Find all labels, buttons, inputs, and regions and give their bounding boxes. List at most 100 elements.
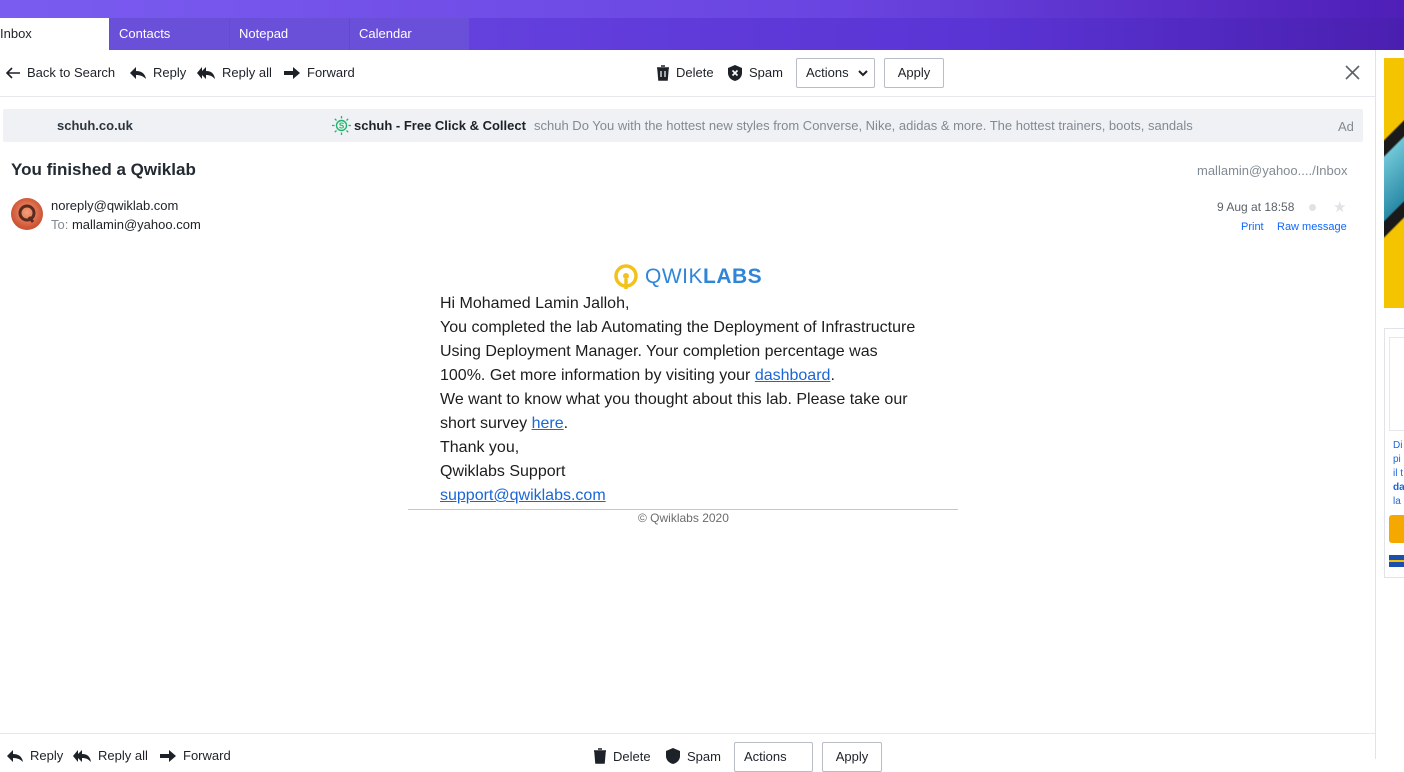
survey-link[interactable]: here — [532, 415, 564, 432]
apply-button[interactable]: Apply — [884, 58, 944, 88]
bottom-reply-all-label: Reply all — [98, 748, 148, 763]
sender-email[interactable]: noreply@qwiklab.com — [51, 198, 178, 213]
right-ad-line-1: Di — [1393, 440, 1403, 451]
tab-calendar[interactable]: Calendar — [350, 18, 469, 50]
star-icon[interactable]: ★ — [1333, 198, 1346, 216]
right-ad-cta-button[interactable] — [1389, 515, 1404, 543]
completion-end: . — [830, 367, 835, 384]
close-icon[interactable] — [1345, 65, 1360, 80]
top-banner — [0, 0, 1404, 18]
recipient-line: To: mallamin@yahoo.com — [51, 217, 201, 232]
qwiklabs-avatar-icon — [18, 204, 36, 223]
tab-inbox[interactable]: Inbox — [0, 18, 109, 50]
greeting: Hi Mohamed Lamin Jalloh, — [440, 295, 630, 312]
dashboard-link[interactable]: dashboard — [755, 367, 831, 384]
forward-button[interactable]: Forward — [283, 64, 355, 82]
ad-sun-icon: S — [332, 116, 351, 135]
right-ad-card-image — [1389, 337, 1404, 431]
ad-advertiser: schuh.co.uk — [57, 118, 133, 133]
actions-select[interactable]: Actions — [796, 58, 875, 88]
support-email-link[interactable]: support@qwiklabs.com — [440, 487, 606, 504]
chevron-down-icon — [858, 70, 868, 77]
reply-icon — [7, 749, 23, 762]
message-date: 9 Aug at 18:58 — [1217, 200, 1295, 214]
survey-end: . — [563, 415, 569, 432]
email-divider — [408, 509, 958, 510]
right-ad-line-3: il t — [1393, 468, 1403, 479]
tab-contacts[interactable]: Contacts — [110, 18, 229, 50]
right-ad-line-2: pi — [1393, 454, 1401, 465]
raw-message-link[interactable]: Raw message — [1277, 221, 1347, 233]
reply-icon — [130, 67, 146, 79]
right-ad-card[interactable]: Di pi il t da la — [1384, 328, 1404, 578]
support-email-paragraph: support@qwiklabs.com — [440, 484, 920, 508]
right-ad-image[interactable] — [1384, 58, 1404, 308]
ad-text: schuh Do You with the hottest new styles… — [534, 118, 1193, 133]
delete-label: Delete — [676, 65, 714, 80]
app-tabs: Inbox Contacts Notepad Calendar — [0, 18, 1404, 50]
spam-shield-icon — [728, 65, 742, 81]
print-link[interactable]: Print — [1241, 221, 1264, 233]
forward-label: Forward — [307, 65, 355, 80]
bottom-apply-button[interactable]: Apply — [822, 742, 882, 772]
right-ad-line-5: la — [1393, 496, 1401, 507]
recipient-email[interactable]: mallamin@yahoo.com — [72, 217, 201, 232]
spam-shield-icon — [666, 748, 680, 764]
ad-title: schuh - Free Click & Collect — [354, 118, 526, 133]
unread-dot-icon[interactable] — [1309, 204, 1316, 211]
completion-paragraph: You completed the lab Automating the Dep… — [440, 316, 920, 388]
bottom-spam-button[interactable]: Spam — [665, 748, 721, 764]
bottom-delete-label: Delete — [613, 748, 651, 764]
back-to-search-button[interactable]: Back to Search — [6, 64, 115, 82]
right-ad-rail: Di pi il t da la — [1376, 50, 1404, 759]
message-pane: Back to Search Reply Reply all Forward D… — [0, 50, 1376, 772]
survey-paragraph: We want to know what you thought about t… — [440, 388, 920, 436]
arrow-left-icon — [6, 67, 20, 79]
ad-label: Ad — [1338, 119, 1354, 134]
logo-text-bold: LABS — [703, 265, 763, 288]
tab-notepad[interactable]: Notepad — [230, 18, 349, 50]
thanks-line: Thank you, — [440, 439, 520, 456]
qwiklabs-logo-text: QWIKLABS — [645, 265, 762, 289]
reply-all-button[interactable]: Reply all — [196, 64, 272, 82]
bottom-delete-button[interactable]: Delete — [593, 748, 651, 764]
reply-button[interactable]: Reply — [129, 64, 186, 82]
email-copyright: © Qwiklabs 2020 — [638, 511, 729, 525]
message-toolbar: Back to Search Reply Reply all Forward D… — [0, 50, 1375, 97]
logo-text-light: QWIK — [645, 265, 703, 288]
bottom-forward-button[interactable]: Forward — [159, 748, 231, 763]
delete-button[interactable]: Delete — [656, 64, 714, 82]
qwiklabs-logo-icon — [614, 264, 638, 289]
email-body: Hi Mohamed Lamin Jalloh, You completed t… — [440, 292, 920, 508]
forward-icon — [160, 749, 176, 762]
to-label: To: — [51, 217, 69, 232]
message-subject: You finished a Qwiklab — [11, 160, 196, 179]
reply-all-icon — [73, 749, 91, 762]
bottom-spam-label: Spam — [687, 748, 721, 764]
spam-button[interactable]: Spam — [727, 64, 783, 82]
right-ad-flag-icon — [1389, 555, 1404, 567]
bottom-reply-button[interactable]: Reply — [6, 748, 63, 763]
reply-label: Reply — [153, 65, 187, 80]
survey-text: We want to know what you thought about t… — [440, 391, 908, 432]
bottom-reply-all-button[interactable]: Reply all — [72, 748, 148, 763]
reply-all-icon — [197, 67, 215, 79]
sponsored-ad-banner[interactable]: schuh.co.uk S schuh - Free Click & Colle… — [3, 109, 1363, 142]
trash-icon — [594, 748, 606, 764]
completion-text: You completed the lab Automating the Dep… — [440, 319, 916, 384]
reply-all-label: Reply all — [222, 65, 272, 80]
actions-select-value: Actions — [806, 65, 849, 80]
message-folder-path[interactable]: mallamin@yahoo..../Inbox — [1197, 163, 1348, 178]
svg-text:S: S — [339, 122, 345, 131]
qwiklabs-logo: QWIKLABS — [612, 263, 762, 291]
bottom-toolbar: Reply Reply all Forward Delete Spam Acti… — [0, 733, 1375, 772]
trash-icon — [657, 65, 669, 81]
signature: Qwiklabs Support — [440, 463, 566, 480]
sender-avatar — [11, 198, 43, 230]
bottom-reply-label: Reply — [30, 748, 64, 763]
bottom-actions-select[interactable]: Actions — [734, 742, 813, 772]
right-ad-line-4: da — [1393, 482, 1404, 493]
forward-icon — [284, 67, 300, 79]
bottom-forward-label: Forward — [183, 748, 231, 763]
back-to-search-label: Back to Search — [27, 65, 116, 80]
